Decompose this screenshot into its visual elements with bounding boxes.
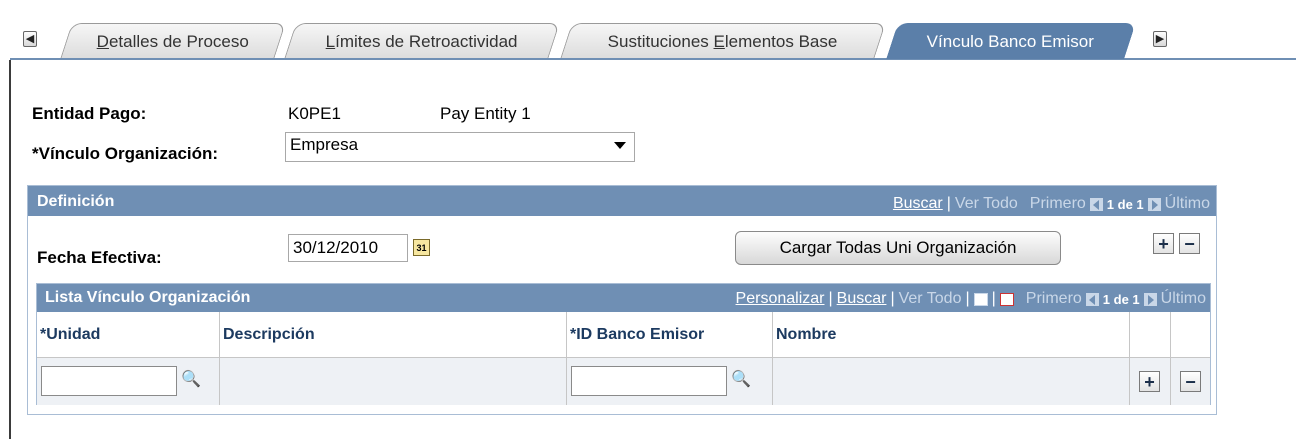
- col-nombre-label: Nombre: [776, 326, 837, 343]
- entidad-pago-code: K0PE1: [288, 104, 341, 123]
- unidad-input[interactable]: [41, 366, 177, 396]
- table-row: 🔍 🔍 + −: [37, 358, 1210, 405]
- definicion-buscar-link[interactable]: Buscar: [893, 195, 943, 213]
- tab-limites-retroactividad[interactable]: Límites de Retroactividad: [284, 23, 560, 59]
- lista-ultimo: Último: [1160, 290, 1206, 307]
- lista-buscar-link[interactable]: Buscar: [837, 290, 887, 308]
- definicion-count: 1 de 1: [1106, 196, 1144, 212]
- lista-primero: Primero: [1025, 290, 1082, 307]
- add-row-button[interactable]: +: [1153, 233, 1174, 254]
- lista-header: Lista Vínculo Organización Personalizar …: [37, 284, 1210, 312]
- cargar-todas-button[interactable]: Cargar Todas Uni Organización: [735, 231, 1061, 265]
- chevron-down-icon: [614, 142, 626, 149]
- cell-id-banco: 🔍: [567, 358, 773, 405]
- col-id-banco-label: *ID Banco Emisor: [570, 326, 705, 343]
- fecha-efectiva-label: Fecha Efectiva:: [37, 248, 162, 267]
- personalizar-link[interactable]: Personalizar: [736, 290, 825, 308]
- vinculo-organizacion-value: Empresa: [290, 135, 359, 154]
- next-arrow-icon: [1143, 292, 1157, 306]
- cell-descripcion: [220, 358, 567, 405]
- tab-sustituciones-elementos-base[interactable]: Sustituciones Elementos Base: [560, 23, 886, 59]
- col-id-banco: *ID Banco Emisor: [567, 312, 773, 357]
- cell-nombre: [773, 358, 1130, 405]
- search-icon[interactable]: 🔍: [731, 369, 751, 388]
- lista-count: 1 de 1: [1102, 291, 1140, 307]
- delete-row-button[interactable]: −: [1179, 233, 1200, 254]
- search-icon[interactable]: 🔍: [181, 369, 201, 388]
- cell-add: +: [1130, 358, 1171, 405]
- definicion-title: Definición: [37, 193, 115, 210]
- page-left-border: [9, 60, 11, 439]
- tab-bar: ◀ Detalles de Proceso Límites de Retroac…: [0, 0, 1296, 64]
- entidad-pago-desc: Pay Entity 1: [440, 104, 531, 123]
- definicion-header: Definición Buscar | Ver Todo Primero 1 d…: [28, 186, 1216, 216]
- cell-unidad: 🔍: [37, 358, 220, 405]
- col-add: [1130, 312, 1171, 357]
- col-nombre: Nombre: [773, 312, 1130, 357]
- prev-arrow-icon: [1085, 292, 1099, 306]
- separator: |: [828, 290, 833, 307]
- entidad-pago-label: Entidad Pago:: [32, 104, 147, 123]
- definicion-ultimo: Último: [1164, 195, 1210, 212]
- next-arrow-icon: [1147, 197, 1161, 211]
- definicion-ver-todo: Ver Todo: [954, 195, 1018, 212]
- prev-arrow-icon: [1089, 197, 1103, 211]
- vinculo-organizacion-select[interactable]: Empresa: [285, 132, 635, 162]
- lista-vinculo-grid: Lista Vínculo Organización Personalizar …: [36, 283, 1211, 405]
- definicion-nav: Buscar | Ver Todo Primero 1 de 1 Último: [893, 195, 1210, 213]
- definicion-group: Definición Buscar | Ver Todo Primero 1 d…: [27, 185, 1217, 415]
- separator: |: [946, 195, 951, 212]
- grid-column-headers: *Unidad Descripción *ID Banco Emisor Nom…: [37, 312, 1210, 358]
- delete-row-button[interactable]: −: [1180, 371, 1201, 392]
- new-window-icon[interactable]: [973, 292, 988, 306]
- lista-ver-todo: Ver Todo: [898, 290, 962, 307]
- col-descripcion: Descripción: [220, 312, 567, 357]
- calendar-icon[interactable]: 31: [413, 239, 430, 256]
- add-row-button[interactable]: +: [1139, 371, 1160, 392]
- vinculo-organizacion-label: *Vínculo Organización:: [32, 144, 219, 163]
- separator: |: [965, 290, 970, 307]
- separator: |: [890, 290, 895, 307]
- tab-detalles-proceso[interactable]: Detalles de Proceso: [60, 23, 286, 59]
- col-descripcion-label: Descripción: [223, 326, 315, 343]
- definicion-primero: Primero: [1029, 195, 1086, 212]
- separator: |: [991, 290, 996, 307]
- tab-scroll-left-icon[interactable]: ◀: [22, 30, 38, 48]
- tab-scroll-right-icon[interactable]: ▶: [1152, 30, 1168, 48]
- fecha-efectiva-input[interactable]: 30/12/2010: [288, 234, 408, 262]
- id-banco-input[interactable]: [571, 366, 727, 396]
- cell-remove: −: [1171, 358, 1211, 405]
- col-unidad: *Unidad: [37, 312, 220, 357]
- download-grid-icon[interactable]: [999, 292, 1014, 306]
- lista-title: Lista Vínculo Organización: [45, 289, 251, 306]
- col-unidad-label: *Unidad: [40, 326, 101, 343]
- lista-nav: Personalizar | Buscar | Ver Todo | | Pri…: [736, 290, 1206, 308]
- tab-vinculo-banco-emisor[interactable]: Vínculo Banco Emisor: [886, 23, 1136, 59]
